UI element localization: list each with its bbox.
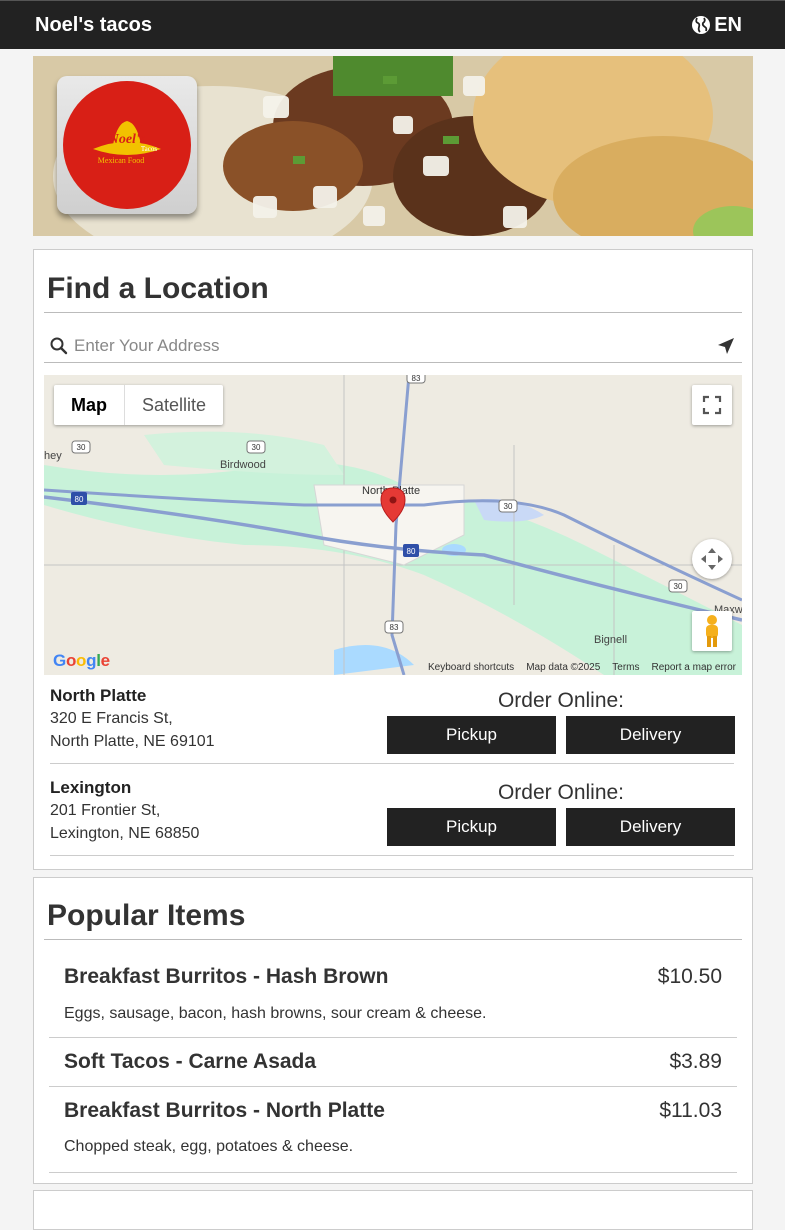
map-footer: Keyboard shortcuts Map data ©2025 Terms …: [428, 662, 736, 673]
google-logo: Google: [53, 651, 110, 670]
order-online-label: Order Online:: [497, 689, 625, 712]
map-type-map[interactable]: Map: [54, 385, 125, 425]
street-view-pegman[interactable]: [692, 611, 732, 651]
fullscreen-button[interactable]: [692, 385, 732, 425]
restaurant-logo[interactable]: Noel's Tacos Mexican Food: [57, 76, 197, 214]
route-shield: 30: [71, 440, 91, 454]
logo-text-bottom: Mexican Food: [98, 156, 144, 165]
location-name: Lexington: [50, 778, 132, 797]
menu-item[interactable]: Soft Tacos - Carne Asada $3.89: [49, 1038, 737, 1087]
language-label: EN: [714, 13, 742, 36]
search-icon: [50, 337, 68, 354]
menu-item[interactable]: Breakfast Burritos - North Platte $11.03…: [49, 1087, 737, 1173]
find-location-card: Find a Location Birdwood North Platte Bi…: [33, 249, 753, 870]
svg-text:30: 30: [674, 582, 683, 591]
svg-text:30: 30: [504, 502, 513, 511]
location-north-platte: North Platte 320 E Francis St, North Pla…: [50, 686, 735, 764]
menu-item[interactable]: Breakfast Burritos - Hash Brown $10.50 E…: [49, 953, 737, 1038]
pickup-button[interactable]: Pickup: [387, 808, 556, 846]
map-camera-control[interactable]: [692, 539, 732, 579]
route-shield: 80: [71, 492, 87, 505]
report-map-error-link[interactable]: Report a map error: [652, 662, 736, 673]
next-section-card: [33, 1190, 753, 1230]
map-place-birdwood: Birdwood: [220, 459, 266, 471]
order-online-label: Order Online:: [497, 781, 625, 804]
location-address-line2: Lexington, NE 68850: [50, 825, 200, 842]
top-bar: Noel's tacos EN: [0, 0, 785, 49]
route-shield: 80: [403, 544, 419, 557]
location-address-line2: North Platte, NE 69101: [50, 733, 215, 750]
menu-item-name: Breakfast Burritos - Hash Brown: [64, 965, 389, 988]
menu-item-description: Eggs, sausage, bacon, hash browns, sour …: [64, 1005, 487, 1022]
route-shield: 83: [384, 620, 404, 634]
pan-arrows-icon: [701, 548, 723, 570]
map-place-bignell: Bignell: [594, 634, 627, 646]
route-shield: 30: [246, 440, 266, 454]
menu-item-price: $11.03: [659, 1099, 722, 1122]
route-shield: 30: [498, 499, 518, 513]
popular-items-title: Popular Items: [44, 878, 742, 940]
send-location-icon[interactable]: [716, 336, 736, 356]
delivery-button[interactable]: Delivery: [566, 808, 735, 846]
menu-item-description: Chopped steak, egg, potatoes & cheese.: [64, 1138, 354, 1155]
keyboard-shortcuts-link[interactable]: Keyboard shortcuts: [428, 662, 514, 673]
pickup-button[interactable]: Pickup: [387, 716, 556, 754]
location-address-line1: 201 Frontier St,: [50, 802, 161, 819]
logo-emblem: Noel's Tacos Mexican Food: [63, 81, 191, 209]
address-input[interactable]: [68, 335, 716, 356]
menu-item-price: $10.50: [657, 965, 722, 988]
popular-items-card: Popular Items Breakfast Burritos - Hash …: [33, 877, 753, 1184]
logo-text-small: Tacos: [141, 145, 158, 153]
language-selector[interactable]: EN: [691, 14, 742, 37]
route-shield: 83: [406, 375, 426, 384]
address-search: [44, 329, 742, 363]
location-name: North Platte: [50, 686, 147, 705]
route-shield: 30: [668, 579, 688, 593]
location-lexington: Lexington 201 Frontier St, Lexington, NE…: [50, 778, 735, 856]
delivery-button[interactable]: Delivery: [566, 716, 735, 754]
menu-item-name: Breakfast Burritos - North Platte: [64, 1099, 385, 1122]
pegman-icon: [706, 615, 718, 647]
map-place-west: hey: [44, 450, 62, 462]
map-type-toggle: Map Satellite: [54, 385, 224, 425]
brand-name[interactable]: Noel's tacos: [35, 14, 152, 37]
terms-link[interactable]: Terms: [612, 662, 639, 673]
hero-banner: Noel's Tacos Mexican Food: [33, 56, 753, 236]
svg-text:30: 30: [252, 443, 261, 452]
menu-item-name: Soft Tacos - Carne Asada: [64, 1050, 317, 1073]
svg-text:83: 83: [390, 623, 399, 632]
find-location-title: Find a Location: [44, 250, 742, 313]
map-type-satellite[interactable]: Satellite: [125, 385, 223, 425]
svg-text:80: 80: [407, 547, 416, 556]
location-map[interactable]: Birdwood North Platte Bignell Maxw hey 8…: [44, 375, 742, 675]
location-address-line1: 320 E Francis St,: [50, 710, 173, 727]
map-data-attribution: Map data ©2025: [526, 662, 601, 673]
svg-text:30: 30: [77, 443, 86, 452]
fullscreen-icon: [702, 395, 722, 415]
svg-text:80: 80: [75, 495, 84, 504]
svg-text:83: 83: [412, 375, 421, 383]
globe-icon: [692, 16, 711, 34]
menu-item-price: $3.89: [669, 1050, 722, 1073]
